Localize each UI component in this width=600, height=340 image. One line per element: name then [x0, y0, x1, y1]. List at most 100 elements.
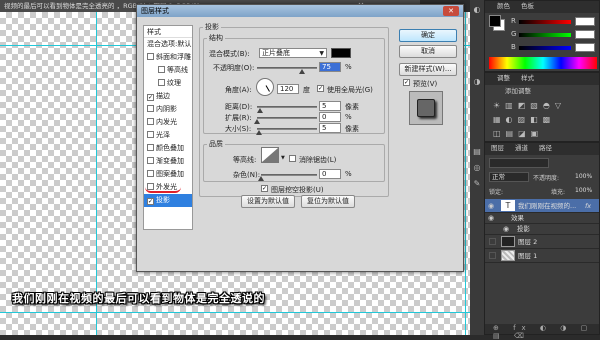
style-item-gradient-overlay[interactable]: 渐变叠加 [144, 155, 192, 168]
tab-paths[interactable]: 路径 [539, 143, 552, 154]
tab-adjust[interactable]: 调整 [497, 73, 510, 84]
new-style-button[interactable]: 新建样式(W)... [399, 63, 457, 76]
dialog-close-icon[interactable]: ✕ [443, 6, 459, 16]
r-channel-slider[interactable] [519, 20, 571, 24]
preview-checkbox[interactable]: ✓ [403, 79, 410, 86]
checkbox[interactable] [158, 79, 165, 86]
layers-panel-icon[interactable]: ▤ [470, 146, 484, 158]
eye-toggle[interactable] [489, 238, 496, 245]
layer-row-text[interactable]: ◉ T 我们刚刚在视频的... fx [485, 199, 599, 213]
spread-slider[interactable] [257, 117, 317, 119]
blend-options-item[interactable]: 混合选项:默认 [144, 38, 192, 51]
checkbox[interactable] [147, 157, 154, 164]
antialias-checkbox[interactable] [289, 155, 296, 162]
g-channel-input[interactable] [575, 30, 595, 39]
layer-row-image[interactable]: 图层 1 [485, 249, 599, 263]
tab-layers[interactable]: 图层 [491, 143, 504, 154]
global-light-checkbox[interactable]: ✓ [317, 85, 324, 92]
layer-filter[interactable] [489, 158, 549, 168]
adjust-icons-row-1[interactable]: ☀▥◩▧◓▽ [493, 101, 593, 110]
size-slider-thumb[interactable] [256, 130, 262, 135]
layer-effect-item-row[interactable]: ◉ 投影 [485, 224, 599, 235]
g-channel-slider[interactable] [519, 33, 571, 37]
r-channel-input[interactable] [575, 17, 595, 26]
layer-effects-row[interactable]: ◉ 效果 [485, 213, 599, 224]
layer-row-image[interactable]: 图层 2 [485, 235, 599, 249]
checkbox-checked[interactable]: ✓ [147, 94, 154, 101]
eye-icon[interactable]: ◉ [503, 224, 509, 235]
color-panel-icon[interactable]: ◐ [470, 4, 484, 16]
size-slider[interactable] [257, 128, 317, 130]
distance-slider-thumb[interactable] [257, 108, 263, 113]
ok-button[interactable]: 确定 [399, 29, 457, 42]
foreground-swatch[interactable] [489, 15, 501, 27]
checkbox[interactable] [147, 53, 154, 60]
style-item-drop-shadow[interactable]: ✓ 投影 [144, 194, 192, 207]
adjust-icons-row-3[interactable]: ◫▤◪▣ [493, 129, 593, 138]
distance-slider[interactable] [257, 106, 317, 108]
size-unit: 像素 [345, 125, 359, 133]
style-item-stroke[interactable]: ✓ 描边 [144, 90, 192, 103]
checkbox[interactable] [147, 170, 154, 177]
style-item-pattern-overlay[interactable]: 图案叠加 [144, 168, 192, 181]
adjust-panel-icon[interactable]: ◑ [470, 76, 484, 88]
fill-value[interactable]: 100% [575, 187, 592, 194]
b-channel-slider[interactable] [519, 46, 571, 50]
layer-style-dialog: 图层样式 ✕ 样式 混合选项:默认 斜面和浮雕 等高线 纹理 ✓ 描边 内阴影 内… [136, 4, 464, 272]
adjust-title: 添加调整 [505, 87, 531, 95]
style-item-label: 内阴影 [156, 105, 177, 113]
layer-opacity-value[interactable]: 100% [575, 173, 592, 180]
size-input[interactable]: 5 [319, 123, 341, 133]
noise-slider[interactable] [261, 174, 317, 176]
eye-icon[interactable]: ◉ [488, 199, 494, 213]
tab-swatches[interactable]: 色板 [521, 1, 534, 12]
chevron-down-icon[interactable]: ▼ [281, 155, 285, 161]
opacity-slider[interactable] [257, 67, 317, 69]
noise-slider-thumb[interactable] [258, 176, 264, 181]
cancel-button[interactable]: 取消 [399, 45, 457, 58]
channels-panel-icon[interactable]: ◎ [470, 162, 484, 174]
style-item-inner-shadow[interactable]: 内阴影 [144, 103, 192, 116]
eye-toggle[interactable] [489, 252, 496, 259]
spread-slider-thumb[interactable] [254, 119, 260, 124]
tab-channels[interactable]: 通道 [515, 143, 528, 154]
tab-styles[interactable]: 样式 [521, 73, 534, 84]
angle-dial[interactable] [256, 78, 274, 96]
spread-input[interactable]: 0 [319, 112, 341, 122]
checkbox[interactable] [158, 66, 165, 73]
tab-color[interactable]: 颜色 [497, 1, 510, 12]
opacity-slider-thumb[interactable] [299, 69, 305, 74]
knockout-checkbox[interactable]: ✓ [261, 185, 268, 192]
checkbox[interactable] [147, 131, 154, 138]
make-default-button[interactable]: 设置为默认值 [241, 195, 295, 208]
fx-icon[interactable]: fx [585, 199, 591, 213]
reset-default-button[interactable]: 复位为默认值 [301, 195, 355, 208]
b-channel-input[interactable] [575, 43, 595, 52]
checkbox[interactable] [147, 118, 154, 125]
style-item-texture[interactable]: 纹理 [144, 77, 192, 90]
noise-input[interactable]: 0 [319, 169, 341, 179]
color-spectrum[interactable] [489, 57, 597, 69]
adjust-icons-row-2[interactable]: ▦◐▨◧▩ [493, 115, 593, 124]
blend-mode-select[interactable]: 正片叠底 ▼ [259, 48, 327, 58]
style-item-contour[interactable]: 等高线 [144, 64, 192, 77]
contour-picker[interactable] [261, 147, 279, 163]
style-item-bevel[interactable]: 斜面和浮雕 [144, 51, 192, 64]
style-item-color-overlay[interactable]: 颜色叠加 [144, 142, 192, 155]
checkbox[interactable] [147, 105, 154, 112]
checkbox[interactable] [147, 144, 154, 151]
style-item-inner-glow[interactable]: 内发光 [144, 116, 192, 129]
layers-footer-icons[interactable]: ⊕ fx ◐ ◑ ▢ ▤ ⌫ [485, 324, 599, 340]
style-item-satin[interactable]: 光泽 [144, 129, 192, 142]
angle-input[interactable]: 120 [277, 84, 299, 94]
canvas-overlay-text: 我们刚刚在视频的最后可以看到物体是完全透说的 [12, 292, 265, 305]
eye-icon[interactable]: ◉ [488, 213, 494, 224]
distance-input[interactable]: 5 [319, 101, 341, 111]
paths-panel-icon[interactable]: ✎ [470, 178, 484, 190]
dialog-title-bar[interactable]: 图层样式 [137, 5, 463, 17]
layer-blend-mode[interactable]: 正常 [489, 172, 529, 182]
opacity-input[interactable]: 75 [319, 62, 341, 72]
shadow-color-swatch[interactable] [331, 48, 351, 58]
layers-panel: 图层 通道 路径 正常 不透明度: 100% 锁定: 填充: 100% ◉ T … [484, 142, 600, 340]
checkbox-checked[interactable]: ✓ [147, 198, 154, 205]
